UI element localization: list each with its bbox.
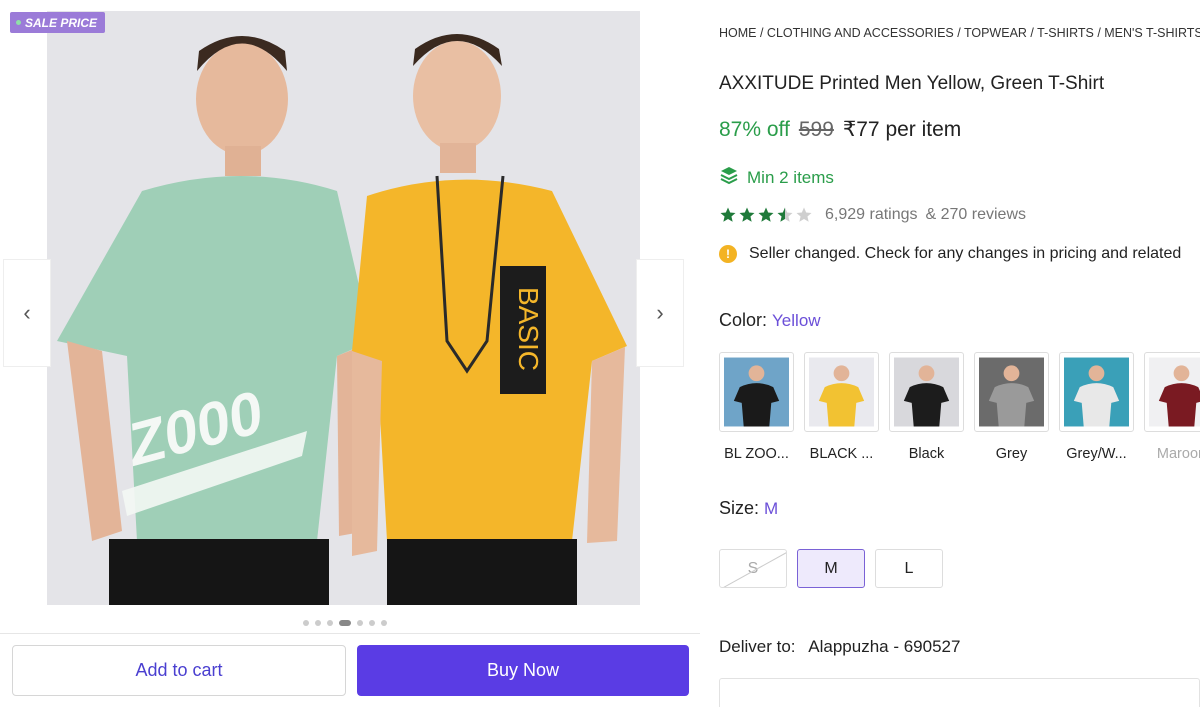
- product-title: AXXITUDE Printed Men Yellow, Green T-Shi…: [719, 73, 1105, 94]
- size-option-m[interactable]: M: [797, 549, 865, 588]
- sale-price-badge: SALE PRICE: [10, 12, 106, 33]
- color-swatch-label: Maroon: [1156, 446, 1200, 462]
- size-label: Size:: [719, 498, 760, 518]
- buy-now-button[interactable]: Buy Now: [357, 645, 689, 696]
- badge-dot-icon: [16, 20, 21, 25]
- color-swatch-thumbnail: [804, 352, 879, 432]
- min-items-note: Min 2 items: [719, 165, 834, 190]
- pagination-dot[interactable]: [369, 620, 375, 626]
- price-row: 87% off 599 ₹77 per item: [719, 117, 961, 142]
- color-swatch-label: Grey: [995, 446, 1028, 462]
- star-rating: [719, 206, 813, 224]
- product-details: HOME / CLOTHING AND ACCESSORIES / TOPWEA…: [719, 0, 1200, 707]
- color-swatch-label: Black: [908, 446, 945, 462]
- color-swatch[interactable]: BL ZOO...: [719, 352, 794, 462]
- chevron-right-icon: ›: [656, 300, 664, 325]
- pagination-dot[interactable]: [357, 620, 363, 626]
- color-swatch[interactable]: Grey: [974, 352, 1049, 462]
- star-icon: [795, 206, 813, 224]
- yellow-shirt-print: BASIC: [513, 287, 544, 371]
- pagination-dot[interactable]: [339, 620, 351, 626]
- original-price: 599: [798, 118, 834, 141]
- color-swatch-thumbnail: [1059, 352, 1134, 432]
- info-icon: !: [719, 245, 737, 263]
- star-icon: [738, 206, 756, 224]
- color-swatch[interactable]: Grey/W...: [1059, 352, 1134, 462]
- pagination-dot[interactable]: [381, 620, 387, 626]
- color-swatch[interactable]: Maroon: [1144, 352, 1200, 462]
- pincode-box[interactable]: [719, 678, 1200, 707]
- size-option-s[interactable]: S: [719, 549, 787, 588]
- color-swatch-label: BLACK ...: [809, 446, 874, 462]
- deliver-to-label: Deliver to:: [719, 637, 796, 656]
- pagination-dot[interactable]: [327, 620, 333, 626]
- color-swatch-thumbnail: [889, 352, 964, 432]
- product-gallery: SALE PRICE Z000 BASIC ‹ › Add to cart Bu…: [0, 0, 700, 707]
- color-swatch-label: Grey/W...: [1066, 446, 1127, 462]
- gallery-divider: [0, 633, 700, 634]
- size-options: SML: [719, 549, 943, 588]
- delivery-row: Deliver to: Alappuzha - 690527: [719, 637, 960, 657]
- color-swatch[interactable]: Black: [889, 352, 964, 462]
- current-price: ₹77 per item: [842, 118, 962, 141]
- pagination-dot[interactable]: [303, 620, 309, 626]
- color-label: Color:: [719, 310, 768, 330]
- color-label-row: Color: Yellow: [719, 310, 821, 331]
- seller-notice-text: Seller changed. Check for any changes in…: [749, 245, 1182, 262]
- seller-notice: ! Seller changed. Check for any changes …: [719, 245, 1181, 263]
- gallery-next-button[interactable]: ›: [636, 259, 684, 367]
- size-option-l[interactable]: L: [875, 549, 943, 588]
- discount-percent: 87% off: [719, 118, 790, 141]
- reviews-count: & 270 reviews: [925, 206, 1027, 223]
- color-swatch-thumbnail: [719, 352, 794, 432]
- layers-icon: [719, 165, 739, 190]
- sale-badge-label: SALE PRICE: [25, 15, 98, 30]
- gallery-prev-button[interactable]: ‹: [3, 259, 51, 367]
- ratings-count: 6,929 ratings: [825, 206, 918, 223]
- star-icon: [776, 206, 794, 224]
- gallery-pagination-dots[interactable]: [0, 620, 690, 626]
- size-label-row: Size: M: [719, 498, 778, 519]
- breadcrumb[interactable]: HOME / CLOTHING AND ACCESSORIES / TOPWEA…: [719, 26, 1200, 40]
- selected-size: M: [764, 499, 779, 518]
- color-swatch-thumbnail: [1144, 352, 1200, 432]
- product-image[interactable]: Z000 BASIC: [47, 11, 640, 605]
- delivery-location[interactable]: Alappuzha - 690527: [808, 637, 960, 656]
- color-swatches: BL ZOO... BLACK ... Black Grey Grey/W... Maro…: [719, 352, 1200, 462]
- pagination-dot[interactable]: [315, 620, 321, 626]
- selected-color: Yellow: [772, 311, 821, 330]
- color-swatch[interactable]: BLACK ...: [804, 352, 879, 462]
- min-items-label: Min 2 items: [747, 167, 834, 187]
- color-swatch-thumbnail: [974, 352, 1049, 432]
- add-to-cart-button[interactable]: Add to cart: [12, 645, 346, 696]
- chevron-left-icon: ‹: [23, 300, 31, 325]
- star-icon: [719, 206, 737, 224]
- color-swatch-label: BL ZOO...: [724, 446, 789, 462]
- star-icon: [757, 206, 775, 224]
- rating-row[interactable]: 6,929 ratings & 270 reviews: [719, 206, 1026, 224]
